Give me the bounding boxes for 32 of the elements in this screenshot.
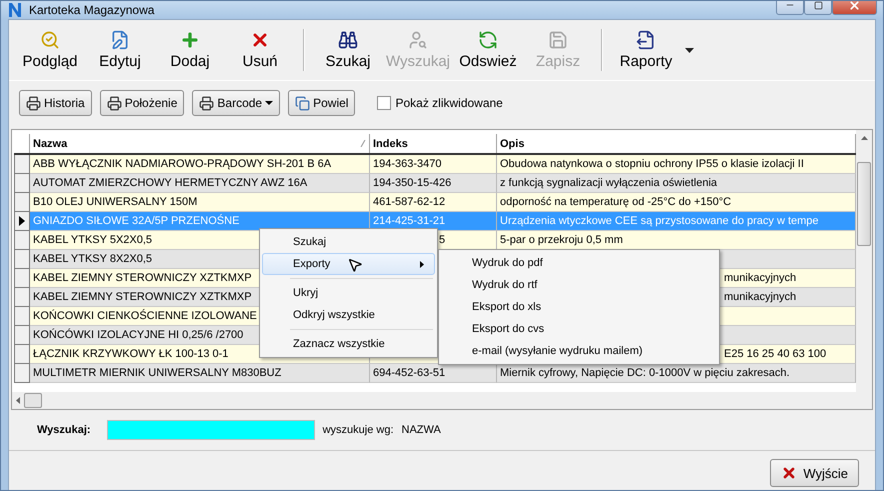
table-cell: ŁĄCZNIK KRZYWKOWY ŁK 100-13 0-1	[33, 348, 228, 360]
table-cell: 194-363-3470	[373, 158, 442, 170]
table-cell: odporność na temperaturę od -25°C do +150°C	[500, 196, 732, 208]
table-cell: 461-587-62-12	[373, 196, 446, 208]
table-cell: KOŃCÓWKI IZOLACYJNE HI 0,25/6 /2700	[33, 329, 244, 341]
table-cell: munikacyjnych	[724, 272, 796, 284]
table-cell: KABEL ZIEMNY STEROWNICZY XZTKMXP	[33, 272, 252, 284]
table-cell: 5	[439, 234, 446, 246]
table-cell: 694-452-63-51	[373, 367, 446, 379]
table-cell: GNIAZDO SIŁOWE 32A/5P PRZENOŚNE	[33, 215, 240, 227]
table-cell: Miernik cyfrowy, Napięcie DC: 0-1000V w pięciu zakresach.	[500, 367, 790, 379]
table-cell: Urządzenia wtyczkowe CEE są przystosowane do pracy w tempe	[500, 215, 819, 227]
table-cell: KOŃCOWKI CIENKOŚCIENNE IZOLOWANE	[33, 310, 257, 322]
window-title: Kartoteka Magazynowa	[29, 3, 156, 17]
table-cell: KABEL ZIEMNY STEROWNICZY XZTKMXP	[33, 291, 252, 303]
table-cell: munikacyjnych	[724, 291, 796, 303]
table-cell: MULTIMETR MIERNIK UNIWERSALNY M830BUZ	[33, 367, 282, 379]
checkbox-label: Pokaż zlikwidowane	[395, 96, 503, 110]
search-label: Wyszukaj:	[37, 424, 91, 436]
search-by-label: wyszukuje wg:	[322, 424, 394, 436]
table-cell: 5-par o przekroju 0,5 mm	[500, 234, 623, 246]
table-cell: KABEL YTKSY 5X2X0,5	[33, 234, 152, 246]
table-cell: 214-425-31-21	[373, 215, 446, 227]
table-cell: ABB WYŁĄCZNIK NADMIAROWO-PRĄDOWY SH-201 B 6A	[33, 158, 332, 170]
table-cell: z funkcją sygnalizacji wyłączenia oświetlenia	[500, 177, 718, 189]
table-cell: E25 16 25 40 63 100	[724, 348, 826, 360]
search-by-value: NAZWA	[402, 424, 441, 436]
table-cell: KABEL YTKSY 8X2X0,5	[33, 253, 152, 265]
table-cell: B10 OLEJ UNIWERSALNY 150M	[33, 196, 198, 208]
table-cell: Obudowa natynkowa o stopniu ochrony IP55 o klasie izolacji II	[500, 158, 804, 170]
table-cell: AUTOMAT ZMIERZCHOWY HERMETYCZNY AWZ 16A	[33, 177, 308, 189]
table-cell: 194-350-15-426	[373, 177, 452, 189]
